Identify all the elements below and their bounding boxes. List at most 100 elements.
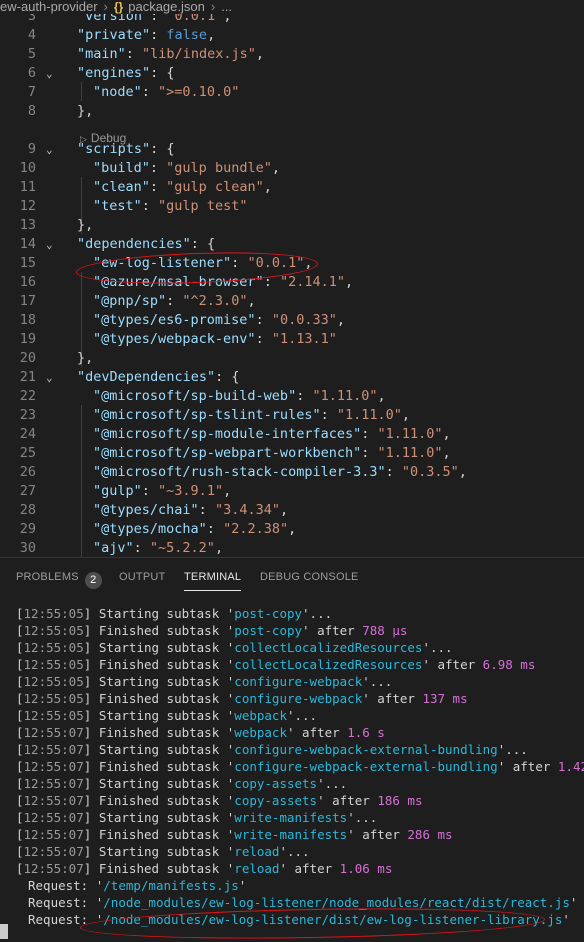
code-text: "ajv": "~5.2.2", — [93, 540, 224, 556]
breadcrumb-more[interactable]: ... — [221, 0, 232, 14]
line-number: 21 — [19, 369, 36, 385]
tab-terminal[interactable]: TERMINAL — [184, 570, 242, 591]
breadcrumb-folder[interactable]: ew-auth-provider — [0, 0, 98, 14]
log-verb: Finished — [98, 691, 160, 706]
line-number: 12 — [19, 198, 36, 214]
code-text: "test": "gulp test" — [93, 198, 248, 214]
line-number: 6 — [27, 65, 36, 81]
log-task: configure-webpack-external-bundling — [234, 759, 498, 774]
code-text: "@pnp/sp": "^2.3.0", — [93, 293, 256, 309]
code-text: "build": "gulp bundle", — [93, 160, 280, 176]
log-duration: 788 μs — [362, 623, 408, 638]
line-number: 30 — [19, 540, 36, 556]
breadcrumb-file[interactable]: package.json — [128, 0, 205, 14]
log-task: write-manifests — [234, 810, 348, 825]
terminal-log-line: [12:55:05] Starting subtask 'collectLoca… — [16, 640, 453, 655]
log-verb: Finished — [98, 861, 160, 876]
log-time: 12:55:07 — [23, 742, 84, 757]
log-verb: Starting — [98, 776, 160, 791]
line-number: 29 — [19, 521, 36, 537]
fold-chevron-icon[interactable]: ⌄ — [46, 235, 60, 254]
terminal-request-line: Request: '/node_modules/ew-log-listener/… — [28, 912, 570, 927]
code-text: "engines": { — [77, 65, 175, 81]
log-time: 12:55:05 — [23, 674, 84, 689]
line-number: 24 — [19, 426, 36, 442]
terminal-output[interactable]: [12:55:05] Starting subtask 'post-copy'.… — [0, 605, 584, 941]
code-line: 19 "@types/webpack-env": "1.13.1" — [0, 330, 584, 349]
request-path: /node_modules/ew-log-listener/dist/ew-lo… — [103, 912, 563, 927]
request-path: /node_modules/ew-log-listener/node_modul… — [103, 895, 570, 910]
terminal-log-line: [12:55:07] Finished subtask 'configure-w… — [16, 758, 584, 775]
code-line: 14 ⌄ "dependencies": { — [0, 235, 584, 254]
line-number: 23 — [19, 407, 36, 423]
log-verb: Starting — [98, 844, 160, 859]
log-verb: Starting — [98, 674, 160, 689]
line-number: 7 — [27, 84, 36, 100]
code-text: "@microsoft/sp-tslint-rules": "1.11.0", — [93, 407, 411, 423]
code-text: "@microsoft/sp-module-interfaces": "1.11… — [93, 426, 451, 442]
terminal-log-line: [12:55:07] Starting subtask 'write-manif… — [16, 810, 378, 825]
code-line: 29 "@types/mocha": "2.2.38", — [0, 520, 584, 539]
terminal-request-line: Request: '/node_modules/ew-log-listener/… — [28, 895, 578, 910]
code-text: "clean": "gulp clean", — [93, 179, 272, 195]
code-line: 13}, — [0, 216, 584, 235]
fold-chevron-icon[interactable]: ⌄ — [46, 368, 60, 387]
log-duration: 137 ms — [422, 691, 468, 706]
code-text: "@types/webpack-env": "1.13.1" — [93, 331, 337, 347]
chevron-right-icon: › — [103, 0, 108, 14]
log-task: collectLocalizedResources — [234, 657, 423, 672]
log-task: collectLocalizedResources — [234, 640, 423, 655]
terminal-log-line: [12:55:05] Starting subtask 'webpack'... — [16, 708, 318, 723]
log-task: configure-webpack-external-bundling — [234, 742, 498, 757]
log-duration: 286 ms — [407, 827, 453, 842]
code-line: 9 ⌄ "scripts": { — [0, 140, 584, 159]
log-time: 12:55:05 — [23, 708, 84, 723]
terminal-request-line: Request: '/temp/manifests.js' — [28, 878, 247, 893]
code-line: 17 "@pnp/sp": "^2.3.0", — [0, 292, 584, 311]
log-task: copy-assets — [234, 776, 318, 791]
code-text: "devDependencies": { — [77, 369, 240, 385]
line-number: 22 — [19, 388, 36, 404]
code-line: 5 "main": "lib/index.js", — [0, 45, 584, 64]
log-verb: Finished — [98, 759, 160, 774]
request-label: Request: — [28, 912, 89, 927]
code-line: 20}, — [0, 349, 584, 368]
log-time: 12:55:07 — [23, 827, 84, 842]
tab-output[interactable]: OUTPUT — [119, 570, 165, 590]
fold-chevron-icon[interactable]: ⌄ — [46, 64, 60, 83]
terminal-log-line: [12:55:07] Finished subtask 'write-manif… — [16, 827, 453, 842]
log-task: webpack — [234, 725, 287, 740]
line-number: 17 — [19, 293, 36, 309]
code-text: "private": false, — [77, 27, 216, 43]
tab-problems[interactable]: PROBLEMS 2 — [16, 570, 102, 590]
code-line: 21 ⌄ "devDependencies": { — [0, 368, 584, 387]
code-line: 11 "clean": "gulp clean", — [0, 178, 584, 197]
line-number: 19 — [19, 331, 36, 347]
tab-debug-console[interactable]: DEBUG CONSOLE — [260, 570, 359, 590]
terminal-log-line: [12:55:07] Finished subtask 'reload' aft… — [16, 861, 393, 876]
line-number: 18 — [19, 312, 36, 328]
fold-chevron-icon[interactable]: ⌄ — [46, 140, 60, 159]
log-duration: 1.6 s — [347, 725, 385, 740]
line-number: 4 — [27, 27, 36, 43]
code-line: 7 "node": ">=0.10.0" — [0, 83, 584, 102]
tab-problems-label: PROBLEMS — [16, 571, 79, 583]
code-text: "ew-log-listener": "0.0.1", — [93, 255, 313, 271]
log-time: 12:55:07 — [23, 725, 84, 740]
log-time: 12:55:07 — [23, 793, 84, 808]
log-time: 12:55:07 — [23, 776, 84, 791]
line-number: 27 — [19, 483, 36, 499]
log-task: reload — [234, 844, 280, 859]
code-line: 22 "@microsoft/sp-build-web": "1.11.0", — [0, 387, 584, 406]
code-editor[interactable]: 3 "version": "0.0.1", 4 "private": false, 5 "… — [0, 14, 584, 557]
code-line: 18 "@types/es6-promise": "0.0.33", — [0, 311, 584, 330]
log-duration: 186 ms — [377, 793, 423, 808]
line-number: 25 — [19, 445, 36, 461]
log-task: webpack — [234, 708, 287, 723]
request-label: Request: — [28, 895, 89, 910]
log-verb: Finished — [98, 725, 160, 740]
log-duration: 6.98 ms — [482, 657, 536, 672]
code-line: 30 "ajv": "~5.2.2", — [0, 539, 584, 557]
code-text: "node": ">=0.10.0" — [93, 84, 240, 100]
log-task: post-copy — [234, 606, 303, 621]
